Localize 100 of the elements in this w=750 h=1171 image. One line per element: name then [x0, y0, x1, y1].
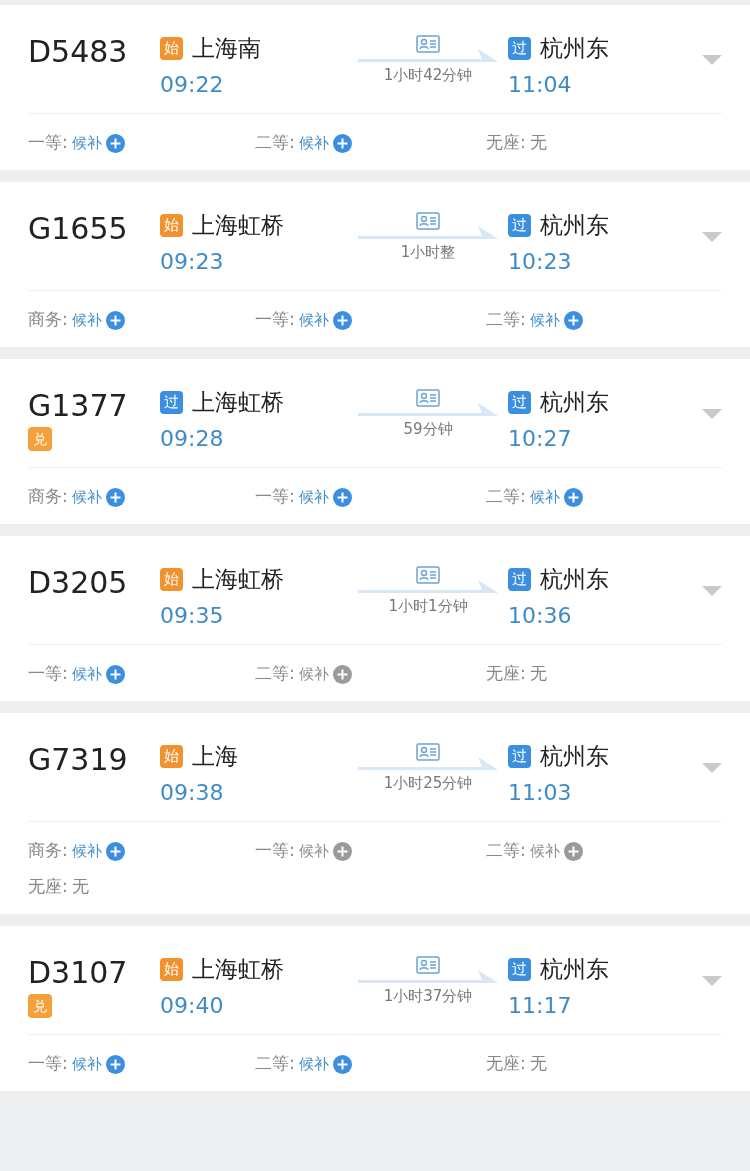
add-icon[interactable] [105, 1054, 125, 1074]
seat-class-label: 一等: [255, 308, 295, 332]
seat-class-label: 一等: [28, 662, 68, 686]
id-card-icon [416, 566, 440, 584]
seat-class-label: 一等: [255, 485, 295, 509]
add-icon[interactable] [563, 841, 583, 861]
train-card[interactable]: D3107 兑 始 上海虹桥 09:40 1小时37分钟 过 杭州东 11:17 一等: 候补 二等: 候补 无座: 无 [0, 926, 750, 1091]
seat-class-label: 商务: [28, 839, 68, 863]
departure-time: 09:22 [160, 71, 225, 99]
station-name: 杭州东 [540, 565, 609, 594]
train-number: D5483 [28, 33, 128, 71]
station-name: 杭州东 [540, 34, 609, 63]
station-tag: 始 [160, 213, 183, 237]
waitlist-status: 候补 [298, 132, 329, 154]
station-name: 杭州东 [540, 955, 609, 984]
seat-class-label: 二等: [486, 485, 526, 509]
arrow-icon [358, 580, 498, 594]
station-name: 上海虹桥 [192, 955, 284, 984]
train-number: G1655 [28, 210, 128, 248]
station-name: 上海南 [192, 34, 261, 63]
seat-status: 无 [529, 1052, 547, 1076]
station-tag: 过 [508, 390, 531, 414]
station-tag: 始 [160, 36, 183, 60]
add-icon[interactable] [332, 310, 352, 330]
station-tag: 过 [508, 36, 531, 60]
arrow-icon [358, 226, 498, 240]
station-name: 上海虹桥 [192, 565, 284, 594]
train-card[interactable]: G1377 兑 过 上海虹桥 09:28 59分钟 过 杭州东 10:27 商务: 候补 一等: 候补 二等: 候补 [0, 359, 750, 524]
add-icon[interactable] [563, 487, 583, 507]
add-icon[interactable] [105, 487, 125, 507]
duration-text: 1小时42分钟 [383, 65, 473, 85]
train-card[interactable]: G1655 始 上海虹桥 09:23 1小时整 过 杭州东 10:23 商务: 候补 一等: 候补 二等: 候补 [0, 182, 750, 347]
id-card-icon [416, 35, 440, 53]
add-icon[interactable] [332, 1054, 352, 1074]
train-number: D3107 [28, 954, 128, 992]
waitlist-status: 候补 [71, 486, 102, 508]
waitlist-status: 候补 [71, 1053, 102, 1075]
seat-class-label: 无座: [486, 662, 526, 686]
add-icon[interactable] [332, 664, 352, 684]
add-icon[interactable] [105, 664, 125, 684]
train-number: G1377 [28, 387, 128, 425]
station-tag: 始 [160, 744, 183, 768]
exchange-badge: 兑 [28, 994, 52, 1018]
departure-time: 10:27 [508, 425, 573, 453]
departure-time: 09:28 [160, 425, 225, 453]
waitlist-status: 候补 [529, 840, 560, 862]
station-tag: 过 [508, 744, 531, 768]
departure-time: 09:38 [160, 779, 225, 807]
departure-time: 11:04 [508, 71, 573, 99]
add-icon[interactable] [105, 841, 125, 861]
duration-text: 1小时37分钟 [383, 986, 473, 1006]
add-icon[interactable] [332, 487, 352, 507]
arrow-icon [358, 970, 498, 984]
departure-time: 09:35 [160, 602, 225, 630]
waitlist-status: 候补 [529, 486, 560, 508]
seat-class-label: 商务: [28, 485, 68, 509]
station-name: 杭州东 [540, 388, 609, 417]
duration-text: 59分钟 [403, 419, 453, 439]
seat-class-label: 无座: [28, 875, 68, 899]
duration-text: 1小时1分钟 [388, 596, 468, 616]
seat-class-label: 无座: [486, 1052, 526, 1076]
add-icon[interactable] [332, 841, 352, 861]
station-name: 杭州东 [540, 211, 609, 240]
station-name: 上海虹桥 [192, 211, 284, 240]
duration-text: 1小时整 [400, 242, 456, 262]
add-icon[interactable] [563, 310, 583, 330]
departure-time: 09:23 [160, 248, 225, 276]
waitlist-status: 候补 [71, 663, 102, 685]
waitlist-status: 候补 [71, 840, 102, 862]
seat-class-label: 二等: [255, 1052, 295, 1076]
seat-class-label: 无座: [486, 131, 526, 155]
exchange-badge: 兑 [28, 427, 52, 451]
departure-time: 11:17 [508, 992, 573, 1020]
station-tag: 过 [508, 213, 531, 237]
arrow-icon [358, 757, 498, 771]
train-number: D3205 [28, 564, 128, 602]
id-card-icon [416, 212, 440, 230]
station-tag: 过 [508, 957, 531, 981]
arrow-icon [358, 49, 498, 63]
waitlist-status: 候补 [71, 309, 102, 331]
station-tag: 始 [160, 567, 183, 591]
seat-status: 无 [529, 131, 547, 155]
station-tag: 过 [160, 390, 183, 414]
train-card[interactable]: D5483 始 上海南 09:22 1小时42分钟 过 杭州东 11:04 一等: 候补 二等: 候补 无座: 无 [0, 5, 750, 170]
waitlist-status: 候补 [298, 663, 329, 685]
add-icon[interactable] [105, 310, 125, 330]
seat-status: 无 [71, 875, 89, 899]
duration-text: 1小时25分钟 [383, 773, 473, 793]
id-card-icon [416, 389, 440, 407]
departure-time: 10:23 [508, 248, 573, 276]
waitlist-status: 候补 [71, 132, 102, 154]
waitlist-status: 候补 [298, 1053, 329, 1075]
id-card-icon [416, 956, 440, 974]
seat-class-label: 二等: [255, 662, 295, 686]
add-icon[interactable] [105, 133, 125, 153]
station-name: 上海 [192, 742, 238, 771]
add-icon[interactable] [332, 133, 352, 153]
waitlist-status: 候补 [529, 309, 560, 331]
departure-time: 11:03 [508, 779, 573, 807]
station-tag: 始 [160, 957, 183, 981]
